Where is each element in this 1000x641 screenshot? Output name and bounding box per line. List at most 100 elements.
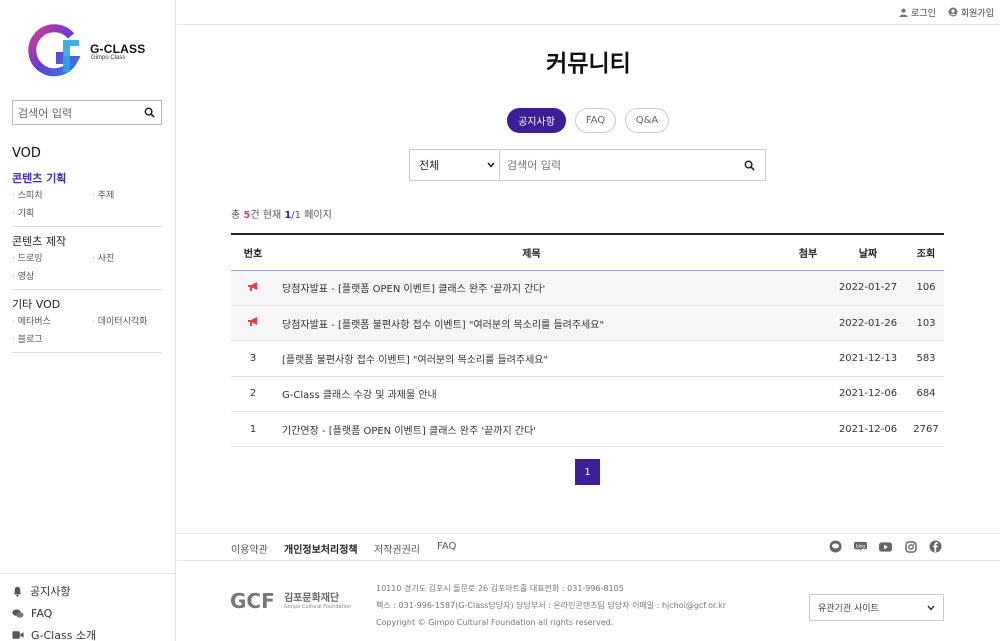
sidebar-item[interactable]: 데이터시각화 xyxy=(92,314,162,330)
sidebar-link-label: G-Class 소개 xyxy=(31,629,97,641)
notice-cell xyxy=(231,305,275,340)
user-circle-icon xyxy=(948,7,958,17)
sidebar-item[interactable]: 영상 xyxy=(12,269,92,285)
row-attach xyxy=(788,305,828,340)
login-link[interactable]: 로그인 xyxy=(899,6,936,19)
footer-link-privacy[interactable]: 개인정보처리정책 xyxy=(284,541,358,556)
row-date: 2021-12-13 xyxy=(838,352,898,364)
instagram-icon[interactable] xyxy=(904,540,917,553)
related-sites-select[interactable]: 유관기관 사이트 xyxy=(809,594,944,621)
row-date: 2022-01-27 xyxy=(838,282,898,294)
search-button[interactable] xyxy=(733,150,765,180)
login-label: 로그인 xyxy=(911,8,936,19)
row-title[interactable]: [플랫폼 불편사항 접수 이벤트] "여러분의 목소리를 들려주세요" xyxy=(275,341,788,376)
tab-faq[interactable]: FAQ xyxy=(575,108,616,133)
row-title[interactable]: 당첨자발표 - [플랫폼 불편사항 접수 이벤트] "여러분의 목소리를 들려주… xyxy=(275,305,788,340)
gcf-logo-icon: GCF xyxy=(230,590,275,612)
row-views: 2767 xyxy=(913,423,939,435)
sidebar-link-label: 공지사항 xyxy=(30,585,71,598)
sidebar-link-label: FAQ xyxy=(31,606,53,620)
svg-text:blog: blog xyxy=(856,543,865,548)
row-attach xyxy=(788,412,828,447)
search-scope-value: 전체 xyxy=(419,159,440,172)
row-date: 2022-01-26 xyxy=(838,317,898,329)
video-icon xyxy=(12,631,24,639)
bell-icon xyxy=(13,586,22,597)
header-date: 날짜 xyxy=(858,248,878,260)
footer-link-faq[interactable]: FAQ xyxy=(437,541,456,552)
sidebar-item[interactable]: 주제 xyxy=(92,188,162,204)
sidebar-item[interactable]: 기획 xyxy=(12,206,92,222)
footer-link-terms[interactable]: 이용약관 xyxy=(231,541,268,556)
sidebar-group-header[interactable]: 콘텐츠 기획 xyxy=(12,170,162,188)
row-attach xyxy=(788,341,828,376)
sidebar-item[interactable]: 블로그 xyxy=(12,332,92,348)
table-row[interactable]: 1 기간연장 - [플랫폼 OPEN 이벤트] 클래스 완주 '끝까지 간다' … xyxy=(231,412,944,447)
row-views: 583 xyxy=(916,352,936,364)
signup-link[interactable]: 회원가입 xyxy=(948,6,994,19)
row-views: 684 xyxy=(916,388,936,400)
g-class-logo-icon xyxy=(28,24,81,77)
sidebar-group-planning: 콘텐츠 기획 스피치 주제 기획 xyxy=(12,170,162,227)
footer-copyright: Copyright © Gimpo Cultural Foundation al… xyxy=(376,618,614,627)
table-row[interactable]: 당첨자발표 - [플랫폼 OPEN 이벤트] 클래스 완주 '끝까지 간다' 2… xyxy=(231,270,944,306)
sidebar-item[interactable]: 스피치 xyxy=(12,188,92,204)
footer-link-copyright[interactable]: 저작권권리 xyxy=(374,541,420,556)
sidebar-search[interactable]: 검색어 입력 xyxy=(12,100,162,125)
sidebar-item[interactable]: 드로잉 xyxy=(12,251,92,267)
youtube-icon[interactable] xyxy=(879,540,892,553)
brand-subtitle: Gimpo Class xyxy=(91,55,126,61)
sidebar-link-about[interactable]: G-Class 소개 xyxy=(0,624,176,641)
row-title[interactable]: 당첨자발표 - [플랫폼 OPEN 이벤트] 클래스 완주 '끝까지 간다' xyxy=(275,270,788,305)
sidebar-item[interactable]: 메타버스 xyxy=(12,314,92,330)
sidebar-group-header[interactable]: 콘텐츠 제작 xyxy=(12,233,162,251)
board-search: 전체 검색어 입력 xyxy=(409,149,766,181)
board-tabs: 공지사항 FAQ Q&A xyxy=(507,108,678,133)
table-row[interactable]: 3 [플랫폼 불편사항 접수 이벤트] "여러분의 목소리를 들려주세요" 20… xyxy=(231,341,944,377)
svg-text:GCF: GCF xyxy=(230,590,275,612)
sidebar-section-title: VOD xyxy=(12,146,41,161)
org-name: 김포문화재단 xyxy=(284,592,340,604)
search-icon[interactable] xyxy=(137,101,161,124)
blog-icon[interactable]: blog xyxy=(854,540,867,553)
tab-notice[interactable]: 공지사항 xyxy=(507,108,566,133)
header-views: 조회 xyxy=(916,248,936,260)
facebook-icon[interactable] xyxy=(929,540,942,553)
search-icon xyxy=(744,160,755,171)
sidebar-bottom-nav: 공지사항 FAQ G-Class 소개 xyxy=(0,573,176,641)
sidebar-search-input[interactable]: 검색어 입력 xyxy=(13,105,137,121)
kakao-icon[interactable] xyxy=(829,540,842,553)
chevron-down-icon xyxy=(927,605,935,611)
sidebar-group-other: 기타 VOD 메타버스 데이터시각화 블로그 xyxy=(12,296,162,353)
table-row[interactable]: 2 G-Class 클래스 수강 및 과제물 안내 2021-12-06 684 xyxy=(231,376,944,412)
summary-prefix: 총 xyxy=(231,210,244,221)
top-bar: 로그인 회원가입 xyxy=(177,0,1000,25)
row-views: 103 xyxy=(916,317,936,329)
search-scope-select[interactable]: 전체 xyxy=(410,150,500,180)
sidebar-link-faq[interactable]: FAQ xyxy=(0,602,176,624)
row-no: 2 xyxy=(249,388,257,400)
signup-label: 회원가입 xyxy=(960,8,994,19)
header-attach: 첨부 xyxy=(798,248,818,260)
row-title[interactable]: 기간연장 - [플랫폼 OPEN 이벤트] 클래스 완주 '끝까지 간다' xyxy=(275,412,788,447)
org-logo[interactable]: GCF 김포문화재단 Gimpo Cultural Foundation xyxy=(230,590,351,612)
brand-logo[interactable]: G-CLASS Gimpo Class xyxy=(27,22,157,82)
org-name-en: Gimpo Cultural Foundation xyxy=(284,603,352,610)
tab-qna[interactable]: Q&A xyxy=(625,108,669,133)
user-icon xyxy=(899,8,908,17)
sidebar-item[interactable]: 사진 xyxy=(92,251,162,267)
footer-info: 10110 경기도 김포시 돌문로 26 김포아트홀 대표전화 : 031-99… xyxy=(376,580,726,631)
megaphone-icon xyxy=(248,281,257,291)
row-attach xyxy=(788,376,828,411)
summary-suffix: /1 페이지 xyxy=(291,210,332,221)
row-views: 106 xyxy=(916,282,936,294)
notice-table: 번호 제목 첨부 날짜 조회 당첨자발표 - [플랫폼 OPEN 이벤트] 클래… xyxy=(231,233,944,447)
sidebar-link-notice[interactable]: 공지사항 xyxy=(0,580,176,602)
sidebar-group-header[interactable]: 기타 VOD xyxy=(12,296,162,314)
search-input[interactable]: 검색어 입력 xyxy=(500,150,733,180)
table-row[interactable]: 당첨자발표 - [플랫폼 불편사항 접수 이벤트] "여러분의 목소리를 들려주… xyxy=(231,305,944,341)
pagination-page-1[interactable]: 1 xyxy=(575,459,600,485)
sidebar-group-production: 콘텐츠 제작 드로잉 사진 영상 xyxy=(12,233,162,290)
row-attach xyxy=(788,270,828,305)
row-title[interactable]: G-Class 클래스 수강 및 과제물 안내 xyxy=(275,376,788,411)
